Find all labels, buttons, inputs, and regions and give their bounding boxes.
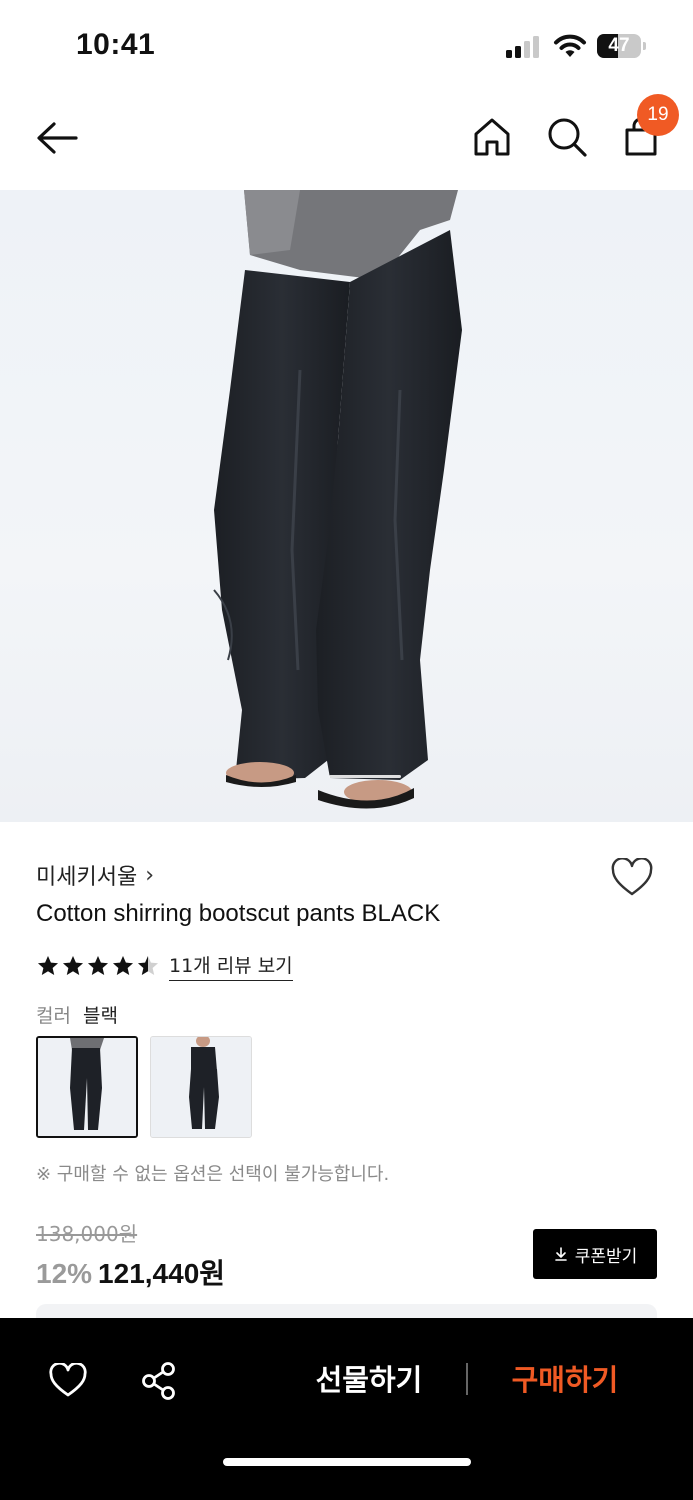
home-indicator[interactable] <box>223 1458 471 1466</box>
swatch-thumbnail <box>151 1037 251 1137</box>
battery-icon: 47 <box>597 34 647 58</box>
status-time: 10:41 <box>76 28 156 61</box>
star-rating <box>36 954 161 978</box>
review-link[interactable]: 11개 리뷰 보기 <box>169 951 293 981</box>
sale-price: 121,440원 <box>98 1258 226 1289</box>
discount-rate: 12% <box>36 1258 93 1289</box>
share-icon[interactable] <box>140 1361 178 1401</box>
color-swatch[interactable] <box>150 1036 252 1138</box>
bottom-action-bar: 선물하기 구매하기 <box>0 1318 693 1500</box>
status-bar: 10:41 47 <box>0 0 693 90</box>
image-page-indicator <box>329 775 401 778</box>
rating-row: 11개 리뷰 보기 <box>36 950 293 982</box>
product-photo <box>213 190 462 809</box>
home-icon[interactable] <box>472 116 512 158</box>
heart-icon[interactable] <box>610 858 654 898</box>
swatch-thumbnail <box>38 1038 136 1136</box>
back-arrow-icon[interactable] <box>34 118 80 158</box>
search-icon[interactable] <box>546 116 588 158</box>
coupon-label: 쿠폰받기 <box>574 1246 638 1267</box>
wishlist-heart-icon[interactable] <box>48 1363 88 1399</box>
divider <box>466 1363 468 1395</box>
coupon-download-button[interactable]: 쿠폰받기 <box>533 1229 657 1279</box>
buy-button[interactable]: 구매하기 <box>490 1354 640 1406</box>
color-swatch-selected[interactable] <box>36 1036 138 1138</box>
download-icon <box>554 1247 567 1261</box>
wifi-icon <box>554 34 586 57</box>
color-option-row: 컬러 블랙 <box>36 1000 118 1028</box>
cellular-signal-icon <box>506 36 539 58</box>
top-nav <box>0 90 693 190</box>
cart-count-badge: 19 <box>637 94 679 136</box>
product-title: Cotton shirring bootscut pants BLACK <box>36 900 441 927</box>
color-label: 컬러 <box>36 1004 71 1027</box>
star-icon <box>138 956 158 975</box>
star-icon <box>88 956 108 975</box>
star-icon <box>38 956 58 975</box>
original-price: 138,000원 <box>36 1222 138 1246</box>
color-value: 블랙 <box>82 1004 118 1027</box>
price-row: 12% 121,440원 <box>36 1252 225 1292</box>
star-icon <box>63 956 83 975</box>
product-image[interactable] <box>0 190 693 822</box>
star-icon <box>113 956 133 975</box>
option-note: ※ 구매할 수 없는 옵션은 선택이 불가능합니다. <box>36 1164 390 1185</box>
chevron-right-icon: › <box>145 862 155 888</box>
gift-button[interactable]: 선물하기 <box>294 1354 444 1406</box>
battery-level: 47 <box>608 35 630 56</box>
brand-link[interactable]: 미세키서울 › <box>36 858 154 892</box>
brand-name: 미세키서울 <box>36 865 138 890</box>
